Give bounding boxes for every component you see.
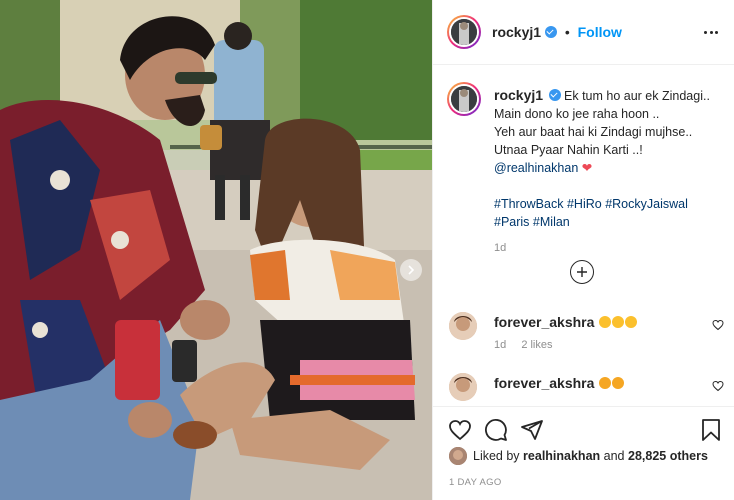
comment-icon[interactable] bbox=[484, 418, 508, 442]
story-ring[interactable] bbox=[447, 15, 481, 49]
comment-item: forever_akshra 1d 2 likes bbox=[447, 312, 732, 352]
emoji-icon bbox=[598, 377, 611, 389]
comment-username[interactable]: forever_akshra bbox=[494, 375, 594, 391]
comment-time[interactable]: 1d bbox=[494, 339, 506, 351]
caption-username[interactable]: rockyj1 bbox=[494, 87, 543, 103]
emoji-icon bbox=[611, 377, 624, 389]
avatar bbox=[451, 86, 477, 112]
verified-badge-icon bbox=[548, 89, 561, 101]
post-details-panel: rockyj1 • Follow rockyj1 Ek tum ho aur e… bbox=[432, 0, 734, 500]
comment-text: forever_akshra bbox=[494, 375, 624, 391]
liked-by-others[interactable]: 28,825 others bbox=[628, 449, 708, 463]
next-photo-button[interactable] bbox=[400, 259, 422, 281]
comment-heart-icon[interactable] bbox=[712, 380, 724, 392]
caption-line-1: Ek tum ho aur ek Zindagi.. bbox=[564, 89, 710, 103]
liked-by-line: Liked by realhinakhan and 28,825 others bbox=[449, 447, 708, 465]
next-arrow-icon bbox=[408, 265, 415, 275]
emoji-icon bbox=[598, 316, 611, 328]
more-options-icon[interactable] bbox=[701, 22, 721, 42]
caption-line-2: Main dono ko jee raha hoon .. bbox=[494, 107, 660, 121]
comment-meta: 1d 2 likes bbox=[494, 339, 553, 351]
comment-username[interactable]: forever_akshra bbox=[494, 314, 594, 330]
separator-dot: • bbox=[564, 24, 570, 40]
header-user-line: rockyj1 • Follow bbox=[492, 24, 622, 40]
hashtag-link[interactable]: #Paris bbox=[494, 215, 529, 229]
comments-section: rockyj1 Ek tum ho aur ek Zindagi.. Main … bbox=[433, 66, 734, 406]
caption-line-3: Yeh aur baat hai ki Zindagi mujhse.. bbox=[494, 125, 693, 139]
bookmark-icon[interactable] bbox=[700, 418, 722, 442]
liked-by-and: and bbox=[603, 449, 625, 463]
liker-avatar[interactable] bbox=[449, 447, 467, 465]
hashtag-link[interactable]: #HiRo bbox=[567, 197, 602, 211]
liked-by-prefix: Liked by bbox=[473, 449, 520, 463]
post-header: rockyj1 • Follow bbox=[433, 0, 734, 65]
emoji-icon bbox=[611, 316, 624, 328]
follow-button[interactable]: Follow bbox=[578, 24, 622, 40]
mention-link[interactable]: @realhinakhan bbox=[494, 161, 578, 175]
avatar bbox=[451, 19, 477, 45]
post-image bbox=[0, 0, 432, 500]
commenter-avatar[interactable] bbox=[449, 373, 477, 401]
post-timestamp[interactable]: 1 DAY AGO bbox=[449, 477, 502, 488]
comment-likes[interactable]: 2 likes bbox=[521, 339, 552, 351]
verified-badge-icon bbox=[544, 26, 557, 38]
heart-icon[interactable] bbox=[448, 418, 472, 442]
commenter-avatar[interactable] bbox=[449, 312, 477, 340]
share-icon[interactable] bbox=[520, 418, 544, 442]
hashtag-link[interactable]: #ThrowBack bbox=[494, 197, 563, 211]
load-more-plus-icon bbox=[577, 267, 587, 277]
comment-heart-icon[interactable] bbox=[712, 319, 724, 331]
caption-time[interactable]: 1d bbox=[494, 239, 724, 257]
hashtag-link[interactable]: #Milan bbox=[533, 215, 570, 229]
caption-line-4: Utnaa Pyaar Nahin Karti ..! bbox=[494, 143, 643, 157]
comment-text: forever_akshra bbox=[494, 314, 637, 330]
liked-by-user[interactable]: realhinakhan bbox=[523, 449, 600, 463]
post-actions: Liked by realhinakhan and 28,825 others … bbox=[433, 406, 734, 500]
post-photo[interactable] bbox=[0, 0, 432, 500]
caption-story-ring[interactable] bbox=[447, 82, 481, 116]
hashtag-link[interactable]: #RockyJaiswal bbox=[605, 197, 688, 211]
load-more-comments-button[interactable] bbox=[570, 260, 594, 284]
post-caption: rockyj1 Ek tum ho aur ek Zindagi.. Main … bbox=[494, 86, 724, 257]
comment-item: forever_akshra bbox=[447, 373, 732, 406]
red-heart-emoji: ❤ bbox=[581, 161, 593, 175]
emoji-icon bbox=[624, 316, 637, 328]
post-username[interactable]: rockyj1 bbox=[492, 24, 541, 40]
